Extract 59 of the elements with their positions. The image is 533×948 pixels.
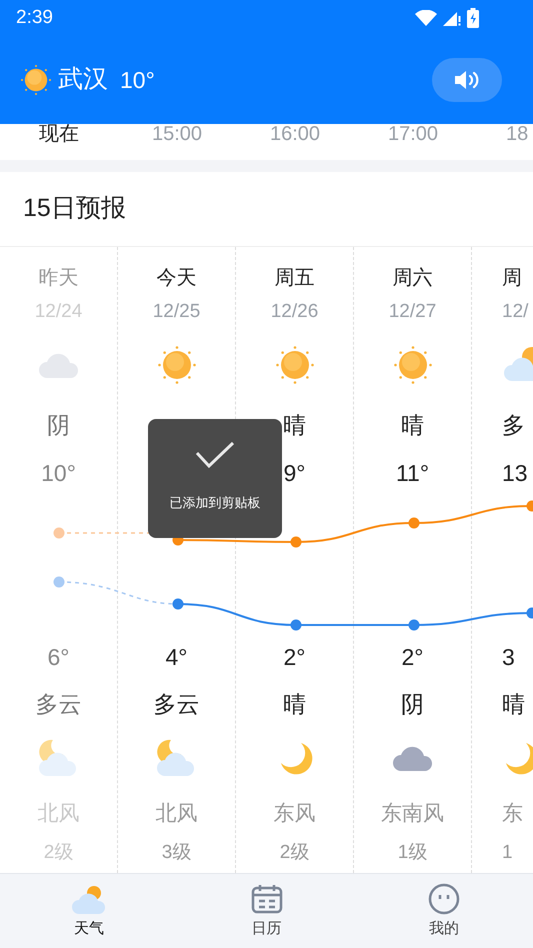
wind-level: 1级: [398, 840, 428, 865]
high-temperature: 11°: [396, 458, 430, 488]
day-name: 周: [502, 266, 522, 291]
signal-icon: [443, 10, 461, 26]
hour-label: 18: [506, 124, 528, 146]
night-weather: 晴: [283, 690, 306, 719]
check-icon: [195, 441, 235, 469]
sun-icon: [392, 345, 432, 385]
date-label: 12/26: [270, 300, 318, 324]
date-label: 12/25: [152, 300, 200, 324]
battery-icon: [467, 8, 479, 28]
wifi-icon: [415, 10, 437, 26]
hour-label: 16:00: [270, 124, 320, 146]
high-temperature: 10°: [41, 458, 76, 488]
low-temperature: 4°: [166, 642, 188, 672]
city-name: 武汉: [58, 64, 108, 96]
forecast-title: 15日预报: [23, 193, 126, 224]
nav-tab[interactable]: 日历: [178, 874, 356, 948]
date-label: 12/27: [388, 300, 436, 324]
hour-label: 现在: [39, 124, 79, 146]
low-temperature: 2°: [284, 642, 306, 672]
night-weather: 阴: [401, 690, 424, 719]
day-name: 周五: [274, 266, 314, 291]
night-weather: 多云: [36, 690, 82, 719]
current-temperature: 10°: [120, 66, 155, 95]
high-temperature: 9°: [284, 458, 306, 488]
hour-label: 15:00: [152, 124, 202, 146]
day-name: 昨天: [38, 266, 78, 291]
day-name: 今天: [156, 266, 196, 291]
wind-direction: 东风: [274, 801, 316, 828]
wind-level: 2级: [280, 840, 310, 865]
sun-icon: [156, 345, 196, 385]
nav-tab[interactable]: 我的: [355, 874, 533, 948]
sun-icon: [20, 64, 52, 96]
night-weather: 多云: [154, 690, 200, 719]
hour-label: 17:00: [388, 124, 438, 146]
day-name: 周六: [392, 266, 432, 291]
day-weather: 晴: [283, 410, 306, 440]
sun-icon: [274, 345, 314, 385]
status-time: 2:39: [16, 6, 53, 30]
robot-face-icon: [427, 882, 462, 916]
wind-direction: 东: [502, 801, 523, 828]
speaker-button[interactable]: [432, 58, 502, 102]
speaker-icon: [453, 69, 481, 91]
low-temperature: 3: [502, 642, 515, 672]
day-weather: 多: [502, 410, 525, 440]
wind-level: 3级: [162, 840, 192, 865]
low-temperature: 2°: [402, 642, 424, 672]
wind-direction: 北风: [156, 801, 198, 828]
date-label: 12/: [502, 300, 528, 324]
wind-level: 1: [502, 840, 513, 865]
wind-direction: 东南风: [381, 801, 444, 828]
high-temperature: 13: [502, 458, 528, 488]
night-weather: 晴: [502, 690, 525, 719]
day-weather: 阴: [47, 410, 70, 440]
low-temperature: 6°: [48, 642, 70, 672]
nav-tab[interactable]: 天气: [0, 874, 178, 948]
toast-message: 已添加到剪贴板: [170, 494, 260, 512]
day-weather: 晴: [401, 410, 424, 440]
